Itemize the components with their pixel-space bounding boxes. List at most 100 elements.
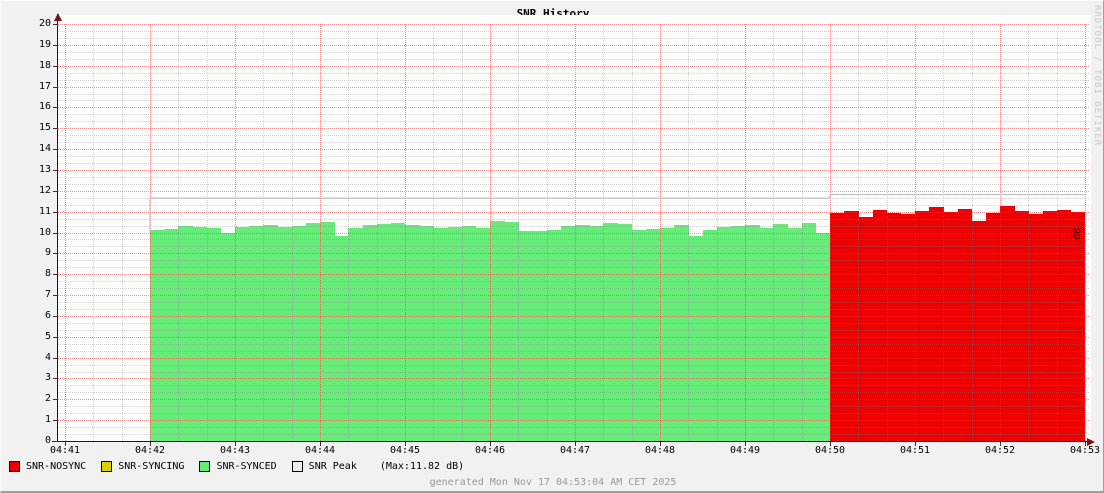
h-major-gridline: [58, 169, 1089, 171]
y-axis-label: 17: [38, 80, 51, 92]
h-minor-gridline: [58, 308, 1089, 310]
y-axis-label: 4: [44, 351, 51, 363]
h-minor-gridline: [58, 93, 1089, 95]
h-major-gridline: [58, 274, 1089, 276]
area-step-snr-synced: [589, 226, 604, 441]
y-axis-tick: [53, 441, 58, 442]
h-minor-gridline: [58, 322, 1089, 324]
area-step-snr-synced: [702, 230, 718, 441]
legend-item: SNR Peak: [291, 461, 357, 472]
area-step-snr-synced: [603, 223, 618, 441]
v-major-gridline: [660, 24, 661, 441]
v-major-gridline: [490, 24, 491, 441]
y-axis-tick: [53, 357, 58, 359]
h-major-gridline: [58, 44, 1089, 46]
h-minor-gridline: [58, 385, 1089, 387]
area-step-snr-synced: [405, 225, 420, 441]
x-axis-label: 04:48: [644, 445, 676, 456]
y-axis-label: 16: [38, 101, 51, 113]
h-minor-gridline: [58, 239, 1089, 241]
h-minor-gridline: [58, 163, 1089, 164]
y-axis-tick: [53, 190, 58, 192]
area-step-snr-synced: [419, 226, 434, 441]
x-axis-label: 04:44: [304, 445, 336, 456]
h-major-gridline: [58, 399, 1089, 401]
y-axis-label: 3: [44, 372, 51, 384]
y-axis-tick: [53, 315, 58, 317]
y-axis-tick: [53, 399, 58, 401]
h-major-gridline: [58, 232, 1089, 234]
h-minor-gridline: [58, 427, 1089, 429]
y-axis-label: 19: [38, 38, 51, 50]
y-axis-label: 15: [38, 122, 51, 134]
y-axis-arrow-icon: [54, 13, 62, 21]
x-axis-label: 04:42: [134, 445, 166, 456]
x-axis-label: 04:51: [899, 445, 931, 456]
h-major-gridline: [58, 65, 1089, 67]
y-axis-tick: [53, 44, 58, 46]
legend-swatch: [291, 461, 303, 472]
y-axis-tick: [53, 169, 58, 171]
h-minor-gridline: [58, 343, 1089, 345]
h-minor-gridline: [58, 30, 1089, 32]
h-minor-gridline: [58, 183, 1089, 185]
h-minor-gridline: [58, 406, 1089, 408]
h-minor-gridline: [58, 100, 1089, 102]
y-axis-label: 9: [44, 247, 51, 259]
y-axis-tick: [53, 420, 58, 422]
x-axis-label: 04:53: [1069, 445, 1101, 456]
area-step-snr-synced: [249, 226, 264, 441]
x-axis-label: 04:46: [474, 445, 506, 456]
h-minor-gridline: [58, 350, 1089, 352]
y-axis-tick: [53, 24, 58, 25]
legend-max-note: (Max:11.82 dB): [379, 461, 465, 472]
h-minor-gridline: [58, 204, 1089, 206]
area-step-snr-synced: [263, 225, 278, 441]
y-axis-tick: [53, 232, 58, 234]
h-minor-gridline: [58, 246, 1089, 248]
v-major-gridline: [830, 24, 831, 441]
y-axis-label: 1: [44, 414, 51, 426]
area-step-snr-synced: [674, 225, 689, 441]
area-step-snr-synced: [575, 225, 590, 441]
h-minor-gridline: [58, 142, 1089, 144]
legend-items: SNR-NOSYNC SNR-SYNCING SNR-SYNCED SNR Peak: [9, 461, 357, 472]
h-major-gridline: [58, 420, 1089, 422]
legend-item: SNR-NOSYNC: [9, 461, 86, 472]
legend-label: SNR Peak: [308, 461, 357, 472]
area-step-snr-synced: [745, 225, 760, 441]
y-axis-tick: [53, 378, 58, 380]
v-major-gridline: [745, 24, 746, 441]
h-major-gridline: [58, 190, 1089, 192]
h-minor-gridline: [58, 58, 1089, 60]
v-major-gridline: [575, 24, 576, 441]
h-major-gridline: [58, 336, 1089, 338]
legend-swatch: [9, 461, 20, 472]
area-step-snr-synced: [362, 225, 378, 441]
h-minor-gridline: [58, 413, 1089, 415]
h-minor-gridline: [58, 156, 1089, 158]
h-major-gridline: [58, 253, 1089, 255]
area-step-snr-synced: [546, 230, 562, 441]
x-axis-label: 04:41: [49, 445, 81, 456]
h-minor-gridline: [58, 302, 1089, 303]
y-axis-label: 5: [44, 330, 51, 342]
h-major-gridline: [58, 211, 1089, 213]
area-step-snr-synced: [461, 226, 477, 441]
y-axis-tick: [53, 86, 58, 88]
x-axis-label: 04:47: [559, 445, 591, 456]
h-major-gridline: [58, 357, 1089, 359]
area-step-snr-synced: [730, 226, 746, 441]
x-axis-label: 04:50: [814, 445, 846, 456]
v-major-gridline: [915, 24, 916, 441]
h-minor-gridline: [58, 135, 1089, 137]
h-major-gridline: [58, 315, 1089, 317]
y-axis-tick: [53, 253, 58, 255]
h-minor-gridline: [58, 114, 1089, 116]
y-axis-tick: [53, 336, 58, 338]
y-axis-label: 13: [38, 163, 51, 175]
area-step-snr-synced: [801, 223, 817, 441]
y-axis-unit-label: dB: [1072, 227, 1083, 241]
h-major-gridline: [58, 378, 1089, 380]
h-minor-gridline: [58, 79, 1089, 81]
